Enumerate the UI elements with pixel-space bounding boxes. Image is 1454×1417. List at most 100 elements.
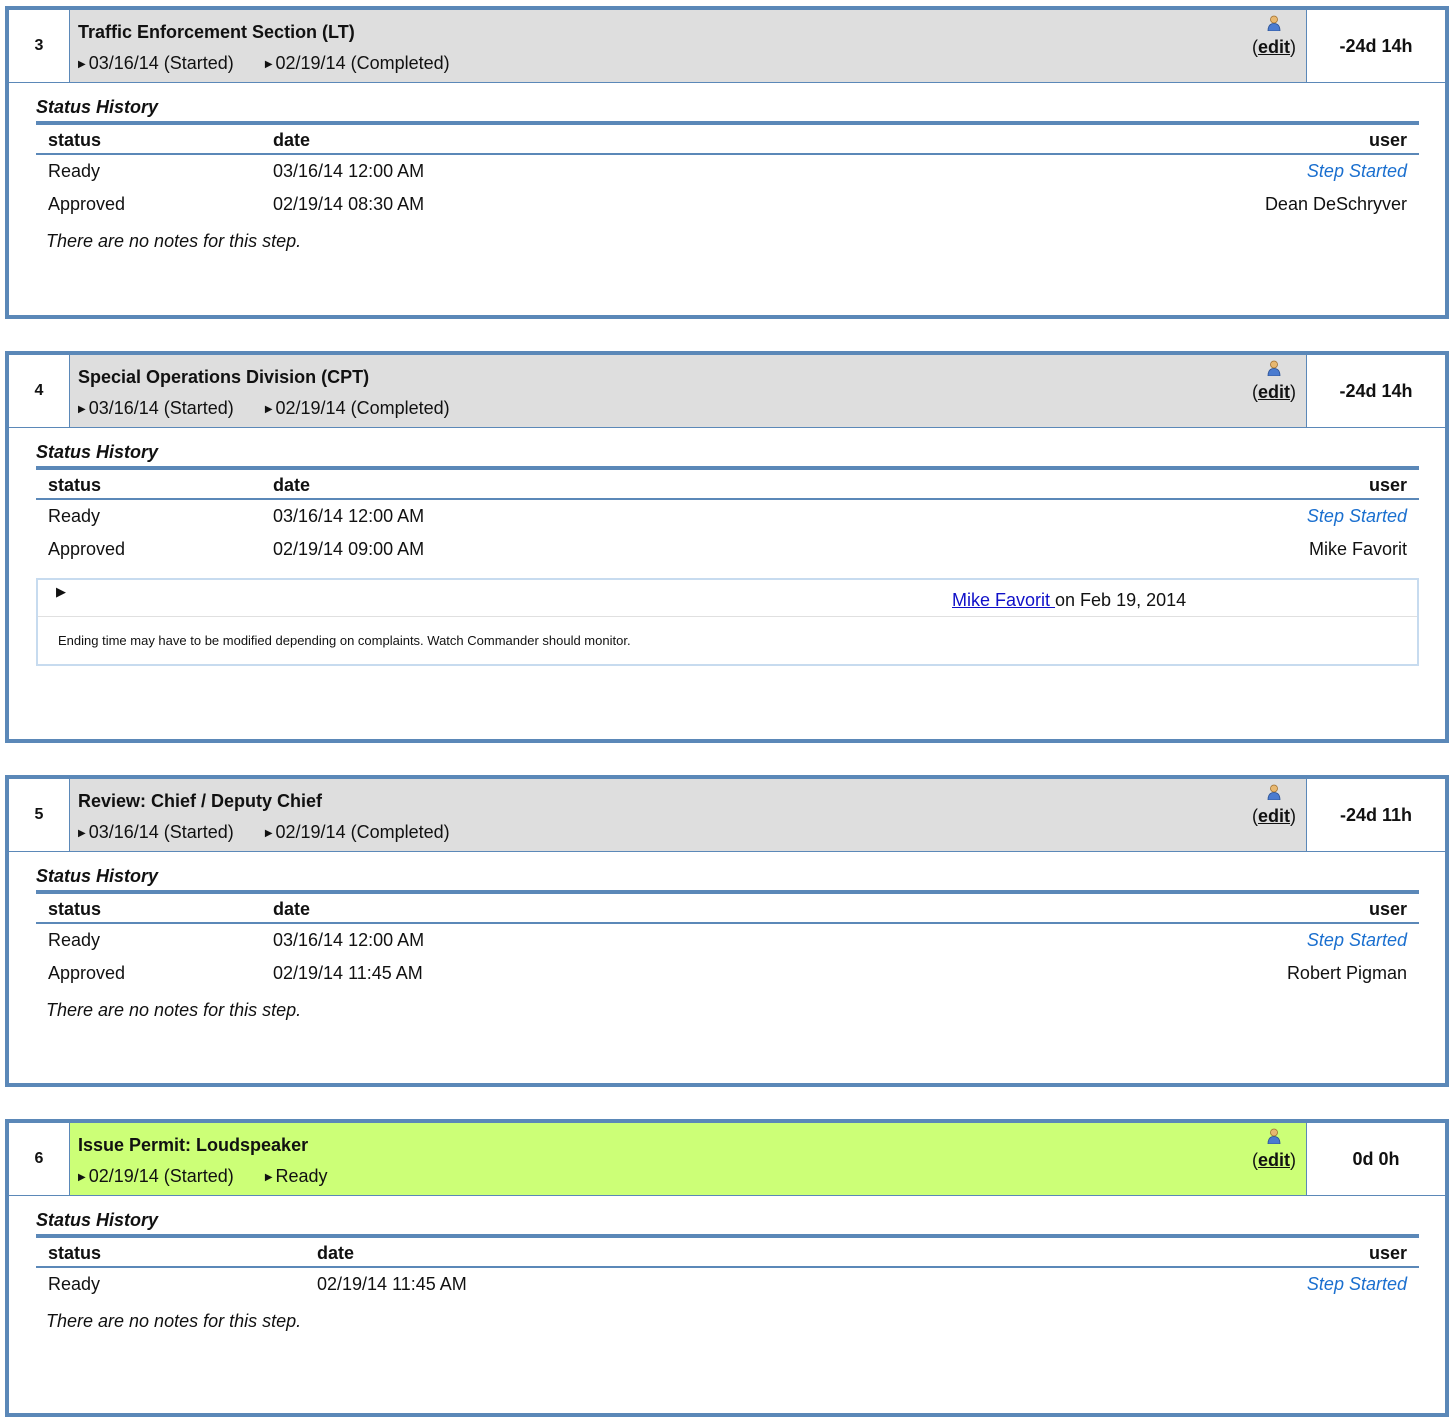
note-author-link[interactable]: Mike Favorit	[952, 590, 1055, 610]
user-icon	[1267, 15, 1281, 31]
status-cell: Ready	[48, 930, 101, 950]
table-row: Approved 02/19/14 08:30 AM Dean DeSchryv…	[36, 188, 1419, 221]
status-history-title: Status History	[36, 866, 159, 886]
date-cell: 03/16/14 12:00 AM	[273, 161, 425, 181]
date-cell: 03/16/14 12:00 AM	[273, 930, 425, 950]
user-cell: Mike Favorit	[1308, 539, 1407, 559]
status-cell: Ready	[48, 1274, 101, 1294]
date-cell: 03/16/14 12:00 AM	[273, 506, 425, 526]
step-title: Review: Chief / Deputy Chief	[78, 791, 323, 811]
started-date: 03/16/14 (Started)	[88, 53, 234, 73]
note-header: ▶ Mike Favorit on Feb 19, 2014	[38, 580, 1417, 617]
step-body: Status History status date user Ready 03…	[9, 428, 1445, 666]
step-title-cell: Issue Permit: Loudspeaker ▶ 02/19/14 (Sta…	[70, 1123, 1306, 1195]
status-history-table: status date user Ready 03/16/14 12:00 AM…	[36, 890, 1419, 990]
status-cell: Ready	[48, 506, 101, 526]
status-history-title: Status History	[36, 442, 159, 462]
step-title-cell: Review: Chief / Deputy Chief ▶ 03/16/14 (…	[70, 779, 1306, 851]
step-header: 4 Special Operations Division (CPT) ▶ 03/…	[9, 355, 1445, 428]
step-header: 6 Issue Permit: Loudspeaker ▶ 02/19/14 (S…	[9, 1123, 1445, 1196]
status-column-header: status	[36, 890, 261, 924]
status-column-header: status	[36, 466, 261, 500]
triangle-right-icon[interactable]: ▶	[265, 1172, 273, 1183]
step-title-cell: Traffic Enforcement Section (LT) ▶ 03/16/…	[70, 10, 1306, 82]
table-row: Ready 03/16/14 12:00 AM Step Started	[36, 923, 1419, 957]
note-text: Ending time may have to be modified depe…	[58, 633, 631, 648]
triangle-right-icon[interactable]: ▶	[78, 59, 86, 70]
step-header: 5 Review: Chief / Deputy Chief ▶ 03/16/14…	[9, 779, 1445, 852]
completed-date: 02/19/14 (Completed)	[275, 53, 450, 73]
assignee-column: (edit)	[1252, 360, 1296, 403]
user-column-header: user	[896, 890, 1419, 924]
status-history-table: status date user Ready 03/16/14 12:00 AM…	[36, 121, 1419, 221]
step-dates: ▶ 03/16/14 (Started) ▶ 02/19/14 (Completed…	[78, 822, 1298, 843]
step-card-4: 4 Special Operations Division (CPT) ▶ 03/…	[5, 351, 1449, 743]
step-number: 3	[9, 10, 70, 82]
date-cell: 02/19/14 11:45 AM	[317, 1274, 467, 1294]
edit-link[interactable]: edit	[1258, 1150, 1290, 1170]
date-column-header: date	[261, 890, 897, 924]
step-number: 4	[9, 355, 70, 427]
step-title-cell: Special Operations Division (CPT) ▶ 03/16…	[70, 355, 1306, 427]
date-cell: 02/19/14 11:45 AM	[273, 963, 423, 983]
completed-date: Ready	[275, 1166, 328, 1186]
completed-date: 02/19/14 (Completed)	[275, 398, 450, 418]
status-cell: Approved	[48, 539, 126, 559]
started-date: 03/16/14 (Started)	[88, 398, 234, 418]
assignee-column: (edit)	[1252, 15, 1296, 58]
step-dates: ▶ 02/19/14 (Started) ▶ Ready	[78, 1166, 1298, 1187]
step-number: 6	[9, 1123, 70, 1195]
table-row: Ready 02/19/14 11:45 AM Step Started	[36, 1267, 1419, 1301]
date-column-header: date	[305, 1234, 955, 1268]
user-column-header: user	[855, 121, 1419, 155]
note-meta: Mike Favorit on Feb 19, 2014	[952, 590, 1186, 611]
status-history-title: Status History	[36, 97, 159, 117]
step-title: Traffic Enforcement Section (LT)	[78, 22, 355, 42]
triangle-right-icon[interactable]: ▶	[78, 1172, 86, 1183]
triangle-right-icon[interactable]: ▶	[78, 828, 86, 839]
step-body: Status History status date user Ready 03…	[9, 852, 1445, 1021]
edit-link[interactable]: edit	[1258, 382, 1290, 402]
step-duration: 0d 0h	[1306, 1123, 1445, 1195]
triangle-right-icon[interactable]: ▶	[265, 59, 273, 70]
edit-link[interactable]: edit	[1258, 806, 1290, 826]
user-column-header: user	[938, 466, 1419, 500]
triangle-right-icon[interactable]: ▶	[56, 584, 66, 600]
table-row: Approved 02/19/14 11:45 AM Robert Pigman	[36, 957, 1419, 990]
no-notes-message: There are no notes for this step.	[46, 1000, 302, 1020]
step-duration: -24d 11h	[1306, 779, 1445, 851]
triangle-right-icon[interactable]: ▶	[265, 404, 273, 415]
user-icon	[1267, 1128, 1281, 1144]
triangle-right-icon[interactable]: ▶	[78, 404, 86, 415]
table-row: Ready 03/16/14 12:00 AM Step Started	[36, 154, 1419, 188]
status-cell: Ready	[48, 161, 101, 181]
date-column-header: date	[261, 121, 856, 155]
table-row: Approved 02/19/14 09:00 AM Mike Favorit	[36, 533, 1419, 566]
user-cell: Robert Pigman	[1286, 963, 1407, 983]
step-title: Special Operations Division (CPT)	[78, 367, 370, 387]
no-notes-message: There are no notes for this step.	[46, 231, 302, 251]
step-body: Status History status date user Ready 03…	[9, 83, 1445, 252]
started-date: 02/19/14 (Started)	[88, 1166, 234, 1186]
status-cell: Approved	[48, 194, 126, 214]
user-cell: Step Started	[1306, 1274, 1407, 1294]
step-card-3: 3 Traffic Enforcement Section (LT) ▶ 03/1…	[5, 6, 1449, 319]
step-dates: ▶ 03/16/14 (Started) ▶ 02/19/14 (Completed…	[78, 398, 1298, 419]
user-cell: Step Started	[1306, 506, 1407, 526]
note-box: ▶ Mike Favorit on Feb 19, 2014 Ending ti…	[36, 578, 1419, 666]
table-row: Ready 03/16/14 12:00 AM Step Started	[36, 499, 1419, 533]
started-date: 03/16/14 (Started)	[88, 822, 234, 842]
triangle-right-icon[interactable]: ▶	[265, 828, 273, 839]
status-history-table: status date user Ready 03/16/14 12:00 AM…	[36, 466, 1419, 566]
note-date: on Feb 19, 2014	[1055, 590, 1187, 610]
completed-date: 02/19/14 (Completed)	[275, 822, 450, 842]
step-card-5: 5 Review: Chief / Deputy Chief ▶ 03/16/14…	[5, 775, 1449, 1087]
edit-link[interactable]: edit	[1258, 37, 1290, 57]
user-column-header: user	[954, 1234, 1419, 1268]
status-cell: Approved	[48, 963, 126, 983]
date-cell: 02/19/14 09:00 AM	[273, 539, 425, 559]
date-column-header: date	[261, 466, 939, 500]
step-duration: -24d 14h	[1306, 10, 1445, 82]
step-dates: ▶ 03/16/14 (Started) ▶ 02/19/14 (Completed…	[78, 53, 1298, 74]
step-header: 3 Traffic Enforcement Section (LT) ▶ 03/1…	[9, 10, 1445, 83]
